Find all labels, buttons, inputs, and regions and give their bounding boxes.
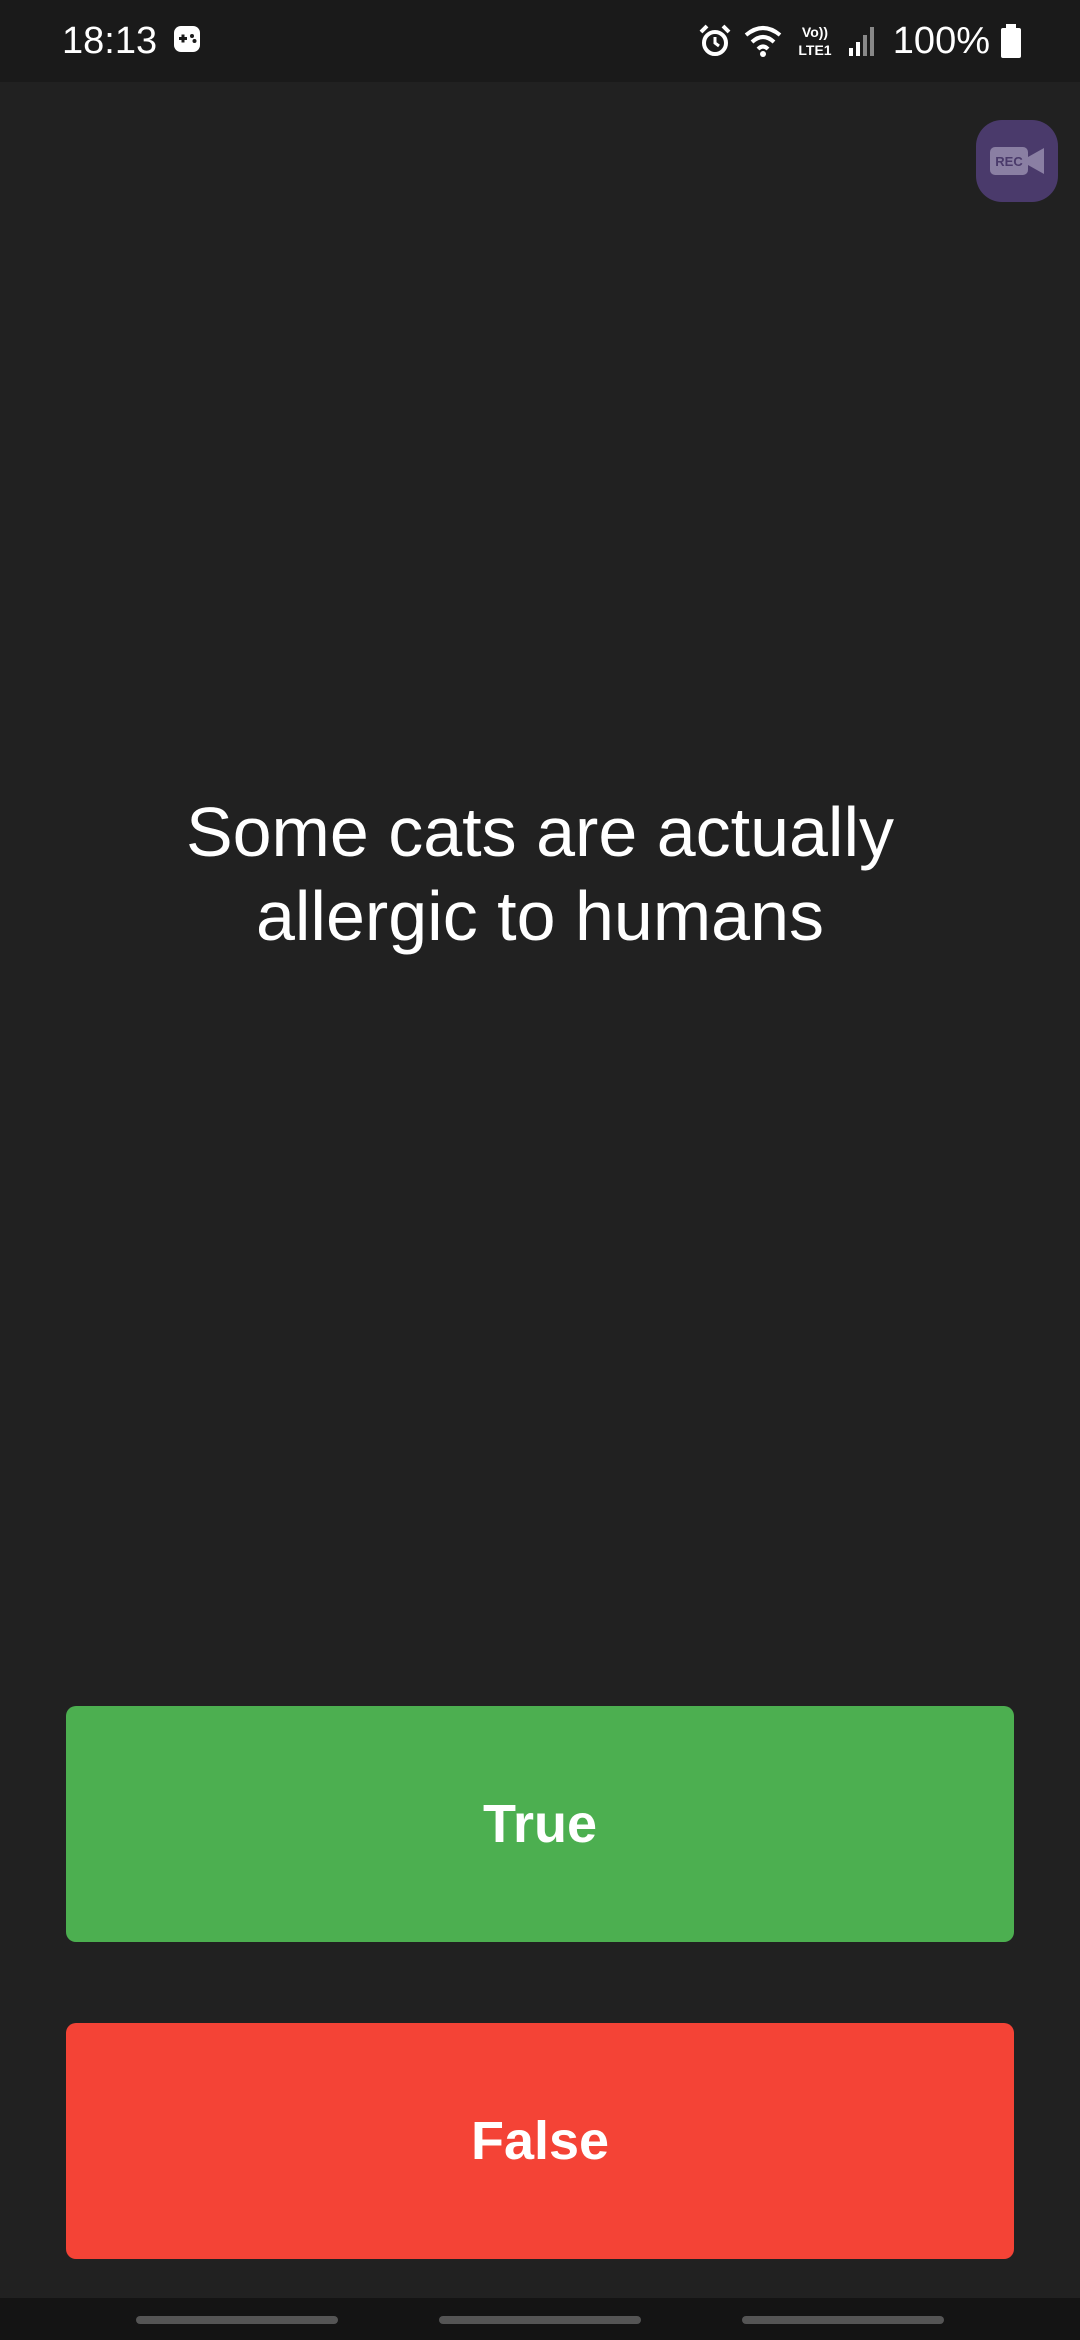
battery-icon xyxy=(1001,24,1021,58)
video-camera-icon: REC xyxy=(990,147,1044,175)
question-text: Some cats are actually allergic to human… xyxy=(185,793,895,955)
app-screen: 18:13 Vo)) LTE1 100% REC Some cats are a… xyxy=(0,0,1080,2340)
wifi-icon xyxy=(744,26,782,57)
status-bar: 18:13 Vo)) LTE1 100% xyxy=(0,0,1080,82)
nav-back-button[interactable] xyxy=(742,2316,944,2324)
svg-text:LTE1: LTE1 xyxy=(798,42,831,58)
volte-icon: Vo)) LTE1 xyxy=(798,24,831,58)
true-button-label: True xyxy=(482,1794,598,1854)
alarm-icon xyxy=(699,24,731,56)
false-button[interactable]: False xyxy=(66,2023,1014,2259)
svg-text:Vo)): Vo)) xyxy=(802,24,828,40)
rec-label: REC xyxy=(995,154,1023,169)
status-time: 18:13 xyxy=(62,20,158,62)
signal-icon xyxy=(848,27,874,56)
false-button-label: False xyxy=(470,2111,610,2171)
battery-percent: 100% xyxy=(892,20,990,62)
screen-record-button[interactable]: REC xyxy=(976,120,1058,202)
navigation-bar xyxy=(0,2298,1080,2340)
status-icons: Vo)) LTE1 100% xyxy=(697,14,1022,68)
true-button[interactable]: True xyxy=(66,1706,1014,1942)
game-controller-icon xyxy=(174,26,200,52)
nav-recents-button[interactable] xyxy=(136,2316,338,2324)
nav-home-button[interactable] xyxy=(439,2316,641,2324)
